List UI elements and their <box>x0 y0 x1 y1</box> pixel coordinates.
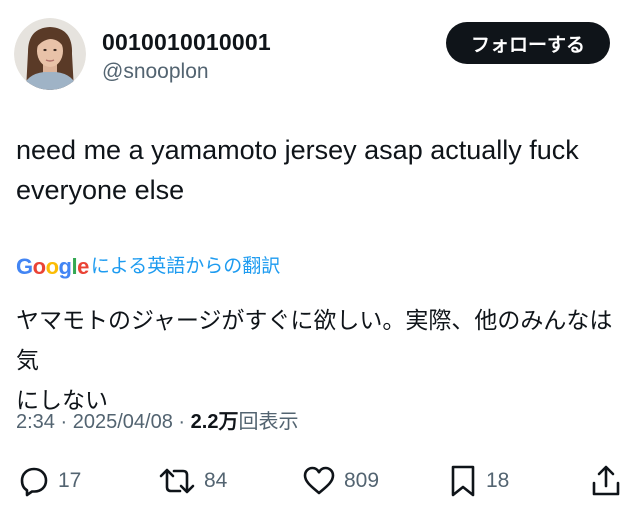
retweet-icon <box>159 468 195 494</box>
tweet-date[interactable]: 2025/04/08 <box>73 411 173 433</box>
retweet-button[interactable]: 84 <box>158 460 227 502</box>
tweet-text-line: need me a yamamoto jersey asap actually … <box>16 135 579 165</box>
retweet-count: 84 <box>204 469 228 492</box>
like-button[interactable]: 809 <box>302 460 379 502</box>
translated-text-line: ヤマモトのジャージがすぐに欲しい。実際、他のみんなは気 <box>16 307 613 373</box>
reply-button[interactable]: 17 <box>18 460 81 502</box>
translation-attribution[interactable]: Google による英語からの翻訳 <box>16 252 280 282</box>
follow-button[interactable]: フォローする <box>446 22 610 64</box>
views-count: 2.2万 <box>190 411 239 433</box>
share-button[interactable] <box>590 460 622 502</box>
display-name[interactable]: 0010010010001 <box>102 28 271 56</box>
tweet-meta: 2:34 · 2025/04/08 · 2.2万回表示 <box>16 408 298 436</box>
views-label: 回表示 <box>238 411 299 433</box>
like-count: 809 <box>344 469 380 492</box>
action-bar: 17 84 809 18 <box>0 460 640 502</box>
user-handle[interactable]: @snooplon <box>102 58 209 86</box>
bookmark-count: 18 <box>486 469 510 492</box>
translated-text: ヤマモトのジャージがすぐに欲しい。実際、他のみんなは気 にしない <box>16 300 626 420</box>
avatar[interactable] <box>14 18 86 90</box>
translation-label[interactable]: による英語からの翻訳 <box>91 252 280 282</box>
profile-photo-image <box>14 18 86 90</box>
reply-count: 17 <box>58 469 82 492</box>
tweet-text-line: everyone else <box>16 175 185 205</box>
bookmark-icon <box>451 465 475 497</box>
meta-separator: · <box>178 411 186 433</box>
tweet-text: need me a yamamoto jersey asap actually … <box>16 130 616 210</box>
heart-icon <box>303 466 335 495</box>
share-icon <box>592 465 620 496</box>
google-logo: Google <box>16 254 89 279</box>
reply-icon <box>20 467 48 497</box>
meta-separator: · <box>60 411 68 433</box>
bookmark-button[interactable]: 18 <box>448 460 509 502</box>
tweet-time[interactable]: 2:34 <box>16 411 55 433</box>
